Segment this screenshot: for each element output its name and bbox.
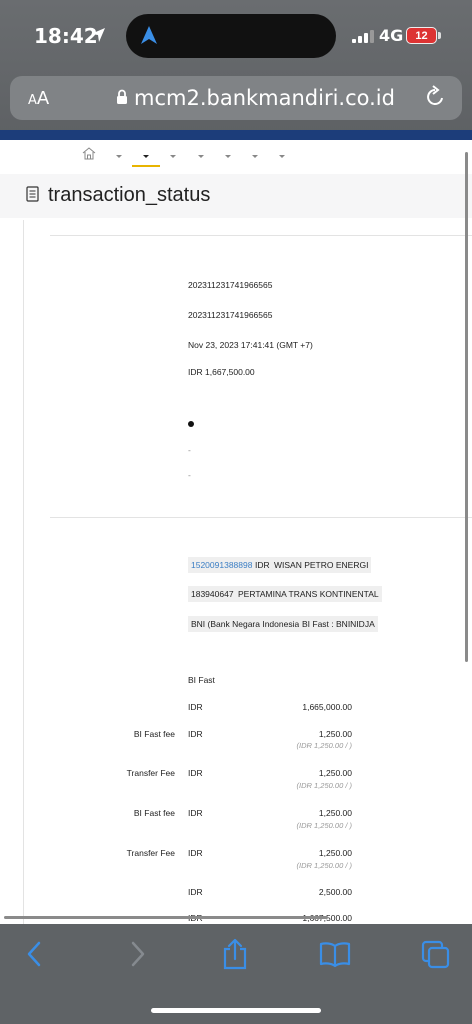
row-equivalent: (IDR 1,250.00 / ) <box>296 781 352 790</box>
row-equivalent: (IDR 1,250.00 / ) <box>296 821 352 830</box>
nav-active-indicator <box>132 165 160 167</box>
row-equivalent: (IDR 1,250.00 / ) <box>296 861 352 870</box>
reference-number: 202311231741966565 <box>188 280 273 290</box>
chevron-down-icon[interactable] <box>224 152 232 160</box>
home-indicator <box>151 1008 321 1013</box>
transaction-amount: IDR 1,667,500.00 <box>188 367 255 377</box>
horizontal-scrollbar[interactable] <box>4 916 328 919</box>
page-header: transaction_status <box>0 174 472 218</box>
row-equivalent: (IDR 1,250.00 / ) <box>296 741 352 750</box>
source-name-tag: WISAN PETRO ENERGI <box>271 557 372 573</box>
forward-icon[interactable] <box>126 940 148 968</box>
transaction-datetime: Nov 23, 2023 17:41:41 (GMT +7) <box>188 340 313 350</box>
fee-label: Transfer Fee <box>126 848 175 858</box>
row-currency: IDR <box>188 702 203 712</box>
transfer-method: BI Fast <box>188 675 215 685</box>
row-amount: 1,250.00 <box>318 808 352 818</box>
home-icon[interactable] <box>82 147 96 160</box>
lock-icon <box>117 89 127 104</box>
bank-name-tag: BNI (Bank Negara Indonesia) <box>188 616 306 632</box>
chevron-down-icon[interactable] <box>169 152 177 160</box>
fee-label: BI Fast fee <box>133 729 175 739</box>
reload-icon[interactable] <box>424 85 446 109</box>
empty-value: - <box>188 445 191 455</box>
url-text[interactable]: mcm2.bankmandiri.co.id <box>134 86 395 110</box>
row-amount: 1,250.00 <box>318 729 352 739</box>
chevron-down-icon[interactable] <box>115 152 123 160</box>
back-icon[interactable] <box>24 940 46 968</box>
status-dot <box>188 421 194 427</box>
share-icon[interactable] <box>222 938 248 970</box>
page-title: transaction_status <box>48 184 211 206</box>
bookmarks-icon[interactable] <box>319 940 351 968</box>
fee-label: BI Fast fee <box>133 808 175 818</box>
location-arrow-icon <box>91 28 105 42</box>
main-nav <box>0 140 472 174</box>
battery-level: 12 <box>415 29 428 42</box>
total-fee-amount: 2,500.00 <box>318 887 352 897</box>
beneficiary-name-tag: PERTAMINA TRANS KONTINENTAL <box>235 586 382 602</box>
fee-label: Transfer Fee <box>126 768 175 778</box>
row-currency: IDR <box>188 848 203 858</box>
tabs-icon[interactable] <box>421 940 451 970</box>
document-list-icon <box>26 186 39 202</box>
source-account-link[interactable]: 1520091388898 <box>188 557 256 573</box>
address-bar[interactable]: AA mcm2.bankmandiri.co.id <box>10 76 462 120</box>
transaction-id: 202311231741966565 <box>188 310 273 320</box>
row-currency: IDR <box>188 887 203 897</box>
battery-icon: 12 <box>406 27 437 44</box>
text-size-button[interactable]: AA <box>28 88 49 109</box>
row-amount: 1,250.00 <box>318 848 352 858</box>
empty-value: - <box>188 470 191 480</box>
browser-toolbar <box>0 924 472 1024</box>
divider <box>50 235 472 236</box>
row-currency: IDR <box>188 729 203 739</box>
row-currency: IDR <box>188 768 203 778</box>
row-amount: 1,665,000.00 <box>302 702 352 712</box>
vertical-scrollbar[interactable] <box>465 152 468 662</box>
divider <box>50 517 472 518</box>
bank-code-tag: BI Fast : BNINIDJA <box>299 616 378 632</box>
row-currency: IDR <box>188 808 203 818</box>
chevron-down-icon[interactable] <box>197 152 205 160</box>
chevron-down-icon[interactable] <box>251 152 259 160</box>
source-currency-tag: IDR <box>252 557 273 573</box>
cellular-signal-icon <box>352 30 374 43</box>
battery-nub <box>438 32 441 39</box>
chevron-down-icon[interactable] <box>142 152 150 160</box>
network-type: 4G <box>379 26 404 45</box>
chevron-down-icon[interactable] <box>278 152 286 160</box>
status-time: 18:42 <box>34 24 98 48</box>
beneficiary-account-tag: 183940647 <box>188 586 237 602</box>
navigation-arrow-icon <box>141 26 157 44</box>
browser-top-chrome: 18:42 4G 12 AA mcm2.bankmandiri.co.id <box>0 0 472 134</box>
row-amount: 1,250.00 <box>318 768 352 778</box>
brand-strip <box>0 130 472 140</box>
